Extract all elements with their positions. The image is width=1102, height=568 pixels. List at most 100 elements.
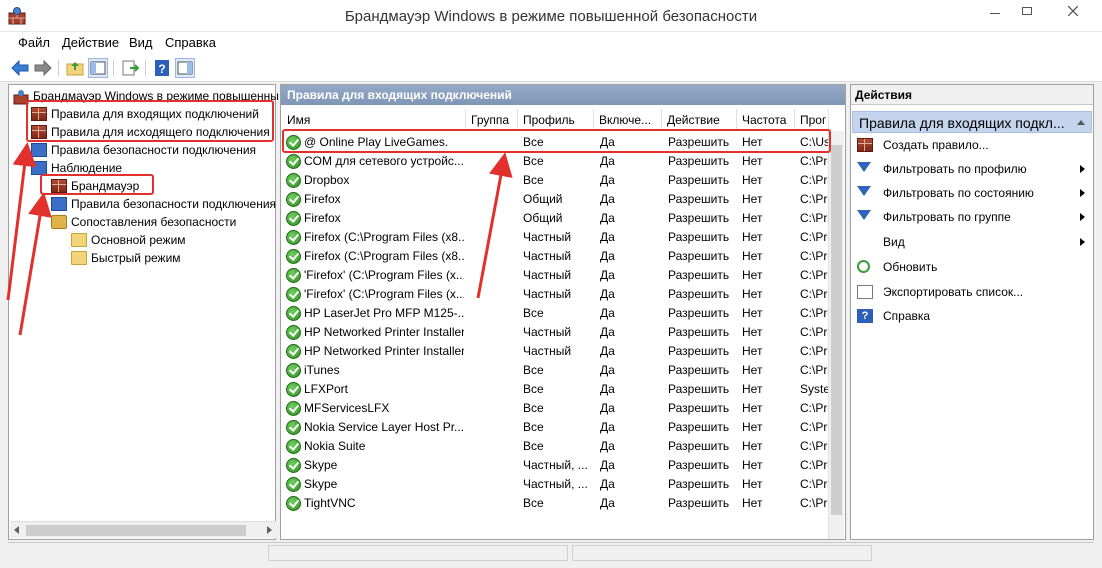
scroll-right-icon[interactable] [267, 526, 272, 534]
scroll-thumb[interactable] [26, 525, 246, 536]
table-row[interactable]: Firefox Общий Да Разрешить Нет C:\Pro [282, 209, 830, 228]
cell-action: Разрешить [668, 154, 730, 168]
table-row[interactable]: 'Firefox' (C:\Program Files (x... Частный… [282, 266, 830, 285]
back-button[interactable] [10, 58, 30, 78]
cell-program: C:\Pro [800, 439, 830, 453]
cell-profile: Общий [523, 211, 563, 225]
table-row[interactable]: 'Firefox' (C:\Program Files (x... Частный… [282, 285, 830, 304]
column-header-program[interactable]: Прог [795, 109, 829, 131]
action-item[interactable]: ? Справка [857, 306, 1087, 326]
export-button[interactable] [120, 58, 140, 78]
cell-name: COM для сетевого устройс... [304, 154, 464, 168]
cell-enabled: Да [600, 230, 615, 244]
action-item[interactable]: Экспортировать список... [857, 282, 1087, 302]
cell-group [472, 418, 518, 437]
cell-group [472, 228, 518, 247]
table-row[interactable]: iTunes Все Да Разрешить Нет C:\Pro [282, 361, 830, 380]
up-folder-button[interactable] [65, 58, 85, 78]
cell-profile: Все [523, 173, 544, 187]
table-row[interactable]: Dropbox Все Да Разрешить Нет C:\Pro [282, 171, 830, 190]
cell-enabled: Да [600, 477, 615, 491]
cell-action: Разрешить [668, 363, 730, 377]
actions-section-inbound[interactable]: Правила для входящих подкл... [852, 111, 1092, 133]
close-button[interactable] [1044, 0, 1102, 22]
rules-vertical-scrollbar[interactable] [828, 131, 844, 539]
cell-override: Нет [742, 344, 763, 358]
table-row[interactable]: HP Networked Printer Installer Частный Да Р… [282, 323, 830, 342]
title-bar: Брандмауэр Windows в режиме повышенной б… [0, 0, 1102, 32]
cell-group [472, 323, 518, 342]
column-header-group[interactable]: Группа [466, 109, 518, 131]
cell-name: Firefox [304, 211, 341, 225]
cell-enabled: Да [600, 154, 615, 168]
action-item[interactable]: Обновить [857, 257, 1087, 277]
table-row[interactable]: Skype Частный, ... Да Разрешить Нет C:\Pro [282, 456, 830, 475]
action-item-label: Создать правило... [883, 138, 989, 152]
table-row[interactable]: HP Networked Printer Installer Частный Да Р… [282, 342, 830, 361]
back-arrow-icon [11, 59, 29, 77]
table-row[interactable]: HP LaserJet Pro MFP M125-... Все Да Разреши… [282, 304, 830, 323]
cell-program: C:\Pro [800, 230, 830, 244]
table-row[interactable]: @ Online Play LiveGames. Все Да Разрешить Не… [282, 133, 830, 152]
cell-override: Нет [742, 382, 763, 396]
cell-program: Syster [800, 382, 830, 396]
rule-enabled-icon [286, 135, 301, 150]
tree-item-label: Наблюдение [51, 161, 123, 175]
tree-horizontal-scrollbar[interactable] [10, 521, 276, 538]
column-header-profile[interactable]: Профиль [518, 109, 594, 131]
minimize-button[interactable] [980, 0, 1010, 22]
table-row[interactable]: MFServicesLFX Все Да Разрешить Нет C:\Pro [282, 399, 830, 418]
show-actions-button[interactable] [175, 58, 195, 78]
firewall-root-icon [13, 89, 29, 105]
table-row[interactable]: Firefox (C:\Program Files (x8... Частный Д… [282, 247, 830, 266]
table-row[interactable]: TightVNC Все Да Разрешить Нет C:\Pro [282, 494, 830, 513]
column-header-name[interactable]: Имя [282, 109, 466, 131]
cell-name: Nokia Service Layer Host Pr... [304, 420, 464, 434]
scroll-left-icon[interactable] [14, 526, 19, 534]
scroll-thumb[interactable] [831, 145, 842, 515]
folder-up-icon [66, 62, 84, 76]
action-item[interactable]: Вид [857, 232, 1087, 252]
rule-enabled-icon [286, 249, 301, 264]
help-button[interactable]: ? [152, 58, 172, 78]
show-tree-button[interactable] [88, 58, 108, 78]
toolbar: ? [0, 54, 1102, 82]
menu-action[interactable]: Действие [62, 35, 119, 50]
cell-override: Нет [742, 268, 763, 282]
tree-root-label: Брандмауэр Windows в режиме повышенны [33, 89, 279, 103]
filter-icon [857, 162, 871, 174]
action-item[interactable]: Фильтровать по группе [857, 207, 1087, 227]
actions-header: Действия [851, 85, 1093, 105]
column-header-enabled[interactable]: Включе... [594, 109, 662, 131]
folder-icon [71, 251, 87, 265]
rule-enabled-icon [286, 420, 301, 435]
column-header-action[interactable]: Действие [662, 109, 737, 131]
table-row[interactable]: COM для сетевого устройс... Все Да Разрешит… [282, 152, 830, 171]
action-item[interactable]: Фильтровать по профилю [857, 159, 1087, 179]
menu-file[interactable]: Файл [18, 35, 50, 50]
forward-button[interactable] [33, 58, 53, 78]
cell-action: Разрешить [668, 211, 730, 225]
cell-program: C:\Pro [800, 325, 830, 339]
maximize-button[interactable] [1012, 0, 1042, 22]
table-row[interactable]: Firefox Общий Да Разрешить Нет C:\Pro [282, 190, 830, 209]
action-item[interactable]: Создать правило... [857, 135, 1087, 155]
table-row[interactable]: LFXPort Все Да Разрешить Нет Syster [282, 380, 830, 399]
filter-icon [857, 210, 871, 222]
firewall-icon [51, 179, 67, 193]
table-row[interactable]: Firefox (C:\Program Files (x8... Частный Д… [282, 228, 830, 247]
cell-profile: Все [523, 135, 544, 149]
export-icon [857, 285, 873, 299]
menu-view[interactable]: Вид [129, 35, 153, 50]
action-pane-icon [177, 61, 193, 75]
table-row[interactable]: Skype Частный, ... Да Разрешить Нет C:\Pro [282, 475, 830, 494]
cell-action: Разрешить [668, 192, 730, 206]
table-row[interactable]: Nokia Suite Все Да Разрешить Нет C:\Pro [282, 437, 830, 456]
menu-help[interactable]: Справка [165, 35, 216, 50]
table-row[interactable]: Nokia Service Layer Host Pr... Все Да Разре… [282, 418, 830, 437]
tree-item-label: Правила безопасности подключения [51, 143, 257, 157]
collapse-caret-icon[interactable] [1077, 120, 1085, 125]
action-item[interactable]: Фильтровать по состоянию [857, 183, 1087, 203]
column-header-override[interactable]: Частота [737, 109, 795, 131]
cell-enabled: Да [600, 268, 615, 282]
